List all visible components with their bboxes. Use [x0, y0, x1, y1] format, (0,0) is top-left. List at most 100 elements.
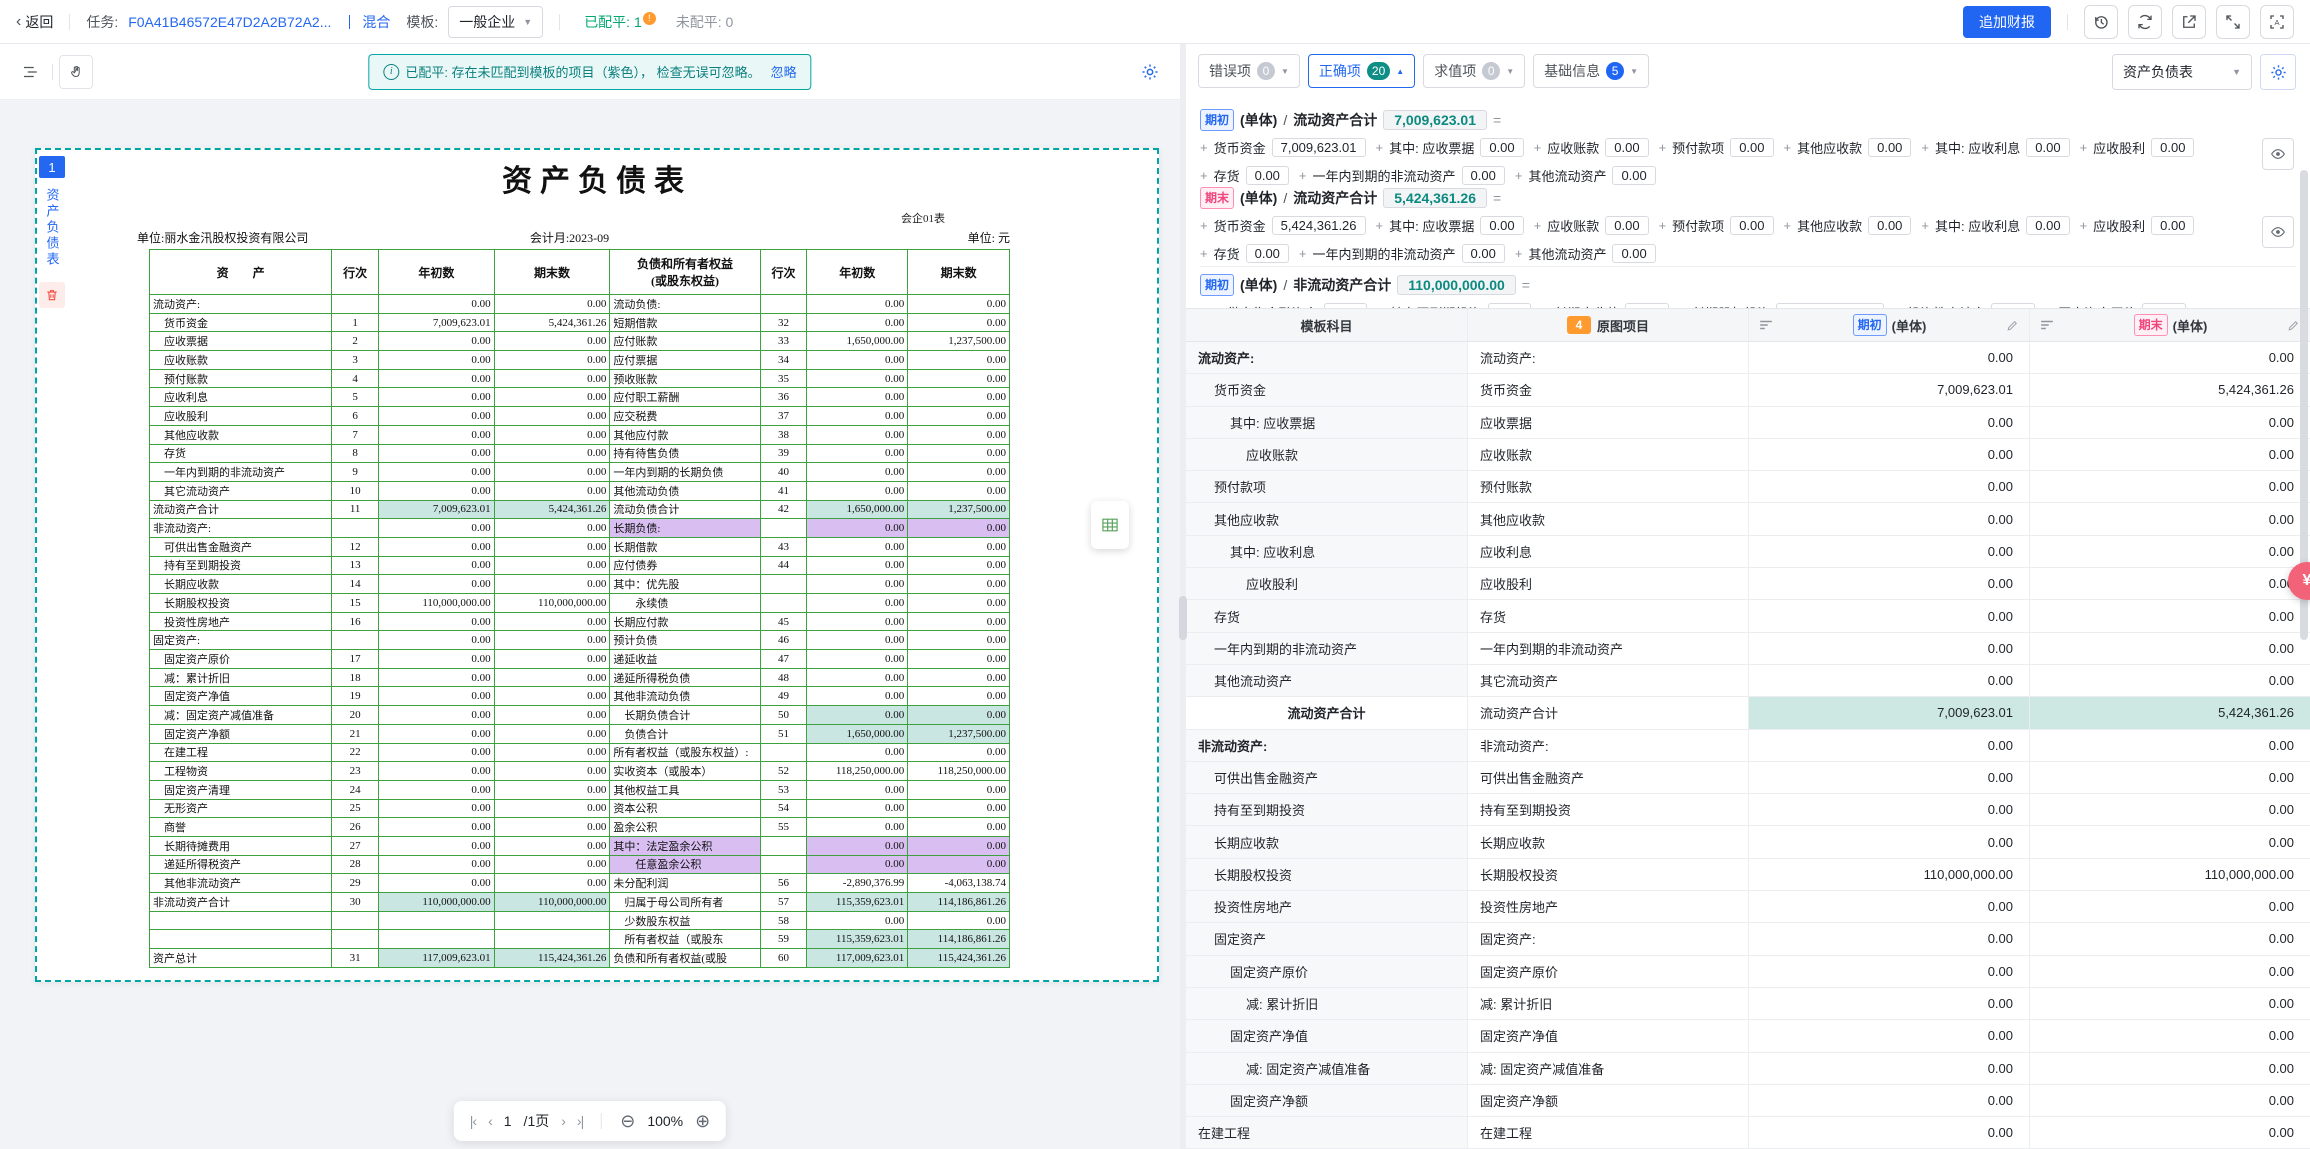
origin-item-cell[interactable]: 持有至到期投资	[1467, 794, 1748, 825]
period-end-value-cell[interactable]: 0.00	[2029, 665, 2310, 696]
period-end-value-cell[interactable]: 0.00	[2029, 1020, 2310, 1051]
period-start-value-cell[interactable]: 0.00	[1748, 988, 2029, 1019]
template-subject-cell[interactable]: 固定资产净值	[1186, 1020, 1467, 1051]
origin-item-cell[interactable]: 货币资金	[1467, 374, 1748, 405]
period-end-value-cell[interactable]: 110,000,000.00	[2029, 859, 2310, 890]
period-start-value-cell[interactable]: 110,000,000.00	[1748, 859, 2029, 890]
template-subject-cell[interactable]: 非流动资产:	[1186, 730, 1467, 761]
term-value-box[interactable]: 5,424,361.26	[1272, 216, 1366, 235]
origin-item-cell[interactable]: 非流动资产:	[1467, 730, 1748, 761]
open-external-icon[interactable]	[2172, 5, 2206, 39]
term-value-box[interactable]: 0.00	[1462, 244, 1505, 263]
origin-item-cell[interactable]: 投资性房地产	[1467, 891, 1748, 922]
period-start-value-cell[interactable]: 0.00	[1748, 439, 2029, 470]
text-recognition-icon[interactable]: A	[2260, 5, 2294, 39]
period-start-value-cell[interactable]: 0.00	[1748, 1117, 2029, 1148]
template-subject-cell[interactable]: 存货	[1186, 600, 1467, 631]
splitter-handle[interactable]	[1179, 596, 1187, 640]
template-subject-cell[interactable]: 应收账款	[1186, 439, 1467, 470]
term-value-box[interactable]: 0.00	[1612, 166, 1655, 185]
task-id-link[interactable]: F0A41B46572E47D2A2B72A2...	[128, 14, 331, 30]
list-icon[interactable]	[1759, 319, 1773, 331]
term-value-box[interactable]: 0.00	[1246, 244, 1289, 263]
origin-item-cell[interactable]: 应收账款	[1467, 439, 1748, 470]
period-end-value-cell[interactable]: 5,424,361.26	[2029, 697, 2310, 728]
prev-page-button[interactable]: ‹	[488, 1113, 492, 1129]
period-end-value-cell[interactable]: 0.00	[2029, 536, 2310, 567]
filter-button-正确项[interactable]: 正确项20▲	[1308, 54, 1415, 88]
term-value-box[interactable]: 0.00	[1730, 216, 1773, 235]
period-start-value-cell[interactable]: 0.00	[1748, 1085, 2029, 1116]
template-subject-cell[interactable]: 货币资金	[1186, 374, 1467, 405]
origin-item-cell[interactable]: 在建工程	[1467, 1117, 1748, 1148]
period-end-value-cell[interactable]: 0.00	[2029, 600, 2310, 631]
template-subject-cell[interactable]: 其中: 应收票据	[1186, 407, 1467, 438]
period-start-value-cell[interactable]: 0.00	[1748, 503, 2029, 534]
period-start-value-cell[interactable]: 7,009,623.01	[1748, 374, 2029, 405]
period-end-value-cell[interactable]: 0.00	[2029, 503, 2310, 534]
template-subject-cell[interactable]: 一年内到期的非流动资产	[1186, 633, 1467, 664]
period-end-value-cell[interactable]: 0.00	[2029, 1085, 2310, 1116]
template-subject-cell[interactable]: 投资性房地产	[1186, 891, 1467, 922]
origin-item-cell[interactable]: 减: 累计折旧	[1467, 988, 1748, 1019]
term-value-box[interactable]: 0.00	[1246, 166, 1289, 185]
origin-item-cell[interactable]: 长期应收款	[1467, 826, 1748, 857]
origin-item-cell[interactable]: 可供出售金融资产	[1467, 762, 1748, 793]
term-value-box[interactable]: 0.00	[1480, 138, 1523, 157]
origin-item-cell[interactable]: 长期股权投资	[1467, 859, 1748, 890]
period-end-value-cell[interactable]: 0.00	[2029, 988, 2310, 1019]
template-select[interactable]: 一般企业 ▼	[448, 6, 543, 38]
term-value-box[interactable]: 0.00	[1480, 216, 1523, 235]
term-value-box[interactable]: 0.00	[1868, 138, 1911, 157]
period-end-value-cell[interactable]: 0.00	[2029, 407, 2310, 438]
period-end-value-cell[interactable]: 5,424,361.26	[2029, 374, 2310, 405]
origin-item-cell[interactable]: 固定资产原价	[1467, 956, 1748, 987]
period-end-value-cell[interactable]: 0.00	[2029, 956, 2310, 987]
expand-icon[interactable]	[2216, 5, 2250, 39]
check-total-value[interactable]: 7,009,623.01	[1383, 110, 1487, 130]
term-value-box[interactable]: 0.00	[2151, 138, 2194, 157]
term-value-box[interactable]: 0.00	[1605, 216, 1648, 235]
zoom-in-icon[interactable]: ⊕	[695, 1112, 710, 1130]
template-subject-cell[interactable]: 其他流动资产	[1186, 665, 1467, 696]
filter-button-基础信息[interactable]: 基础信息5▼	[1533, 54, 1649, 88]
term-value-box[interactable]: 0.00	[2151, 216, 2194, 235]
first-page-button[interactable]: |‹	[470, 1113, 476, 1129]
term-value-box[interactable]: 0.00	[1462, 166, 1505, 185]
list-icon[interactable]	[2040, 319, 2054, 331]
current-page[interactable]: 1	[504, 1113, 512, 1129]
edit-pencil-icon[interactable]	[2006, 319, 2019, 332]
zoom-out-icon[interactable]: ⊖	[620, 1112, 635, 1130]
origin-item-cell[interactable]: 应收股利	[1467, 568, 1748, 599]
mapping-settings-icon[interactable]	[1134, 56, 1166, 88]
sheet-select[interactable]: 资产负债表 ▼	[2112, 54, 2252, 90]
template-subject-cell[interactable]: 固定资产	[1186, 923, 1467, 954]
period-start-value-cell[interactable]: 0.00	[1748, 956, 2029, 987]
period-end-value-cell[interactable]: 0.00	[2029, 1053, 2310, 1084]
check-total-value[interactable]: 5,424,361.26	[1383, 188, 1487, 208]
template-subject-cell[interactable]: 减: 固定资产减值准备	[1186, 1053, 1467, 1084]
origin-item-cell[interactable]: 流动资产合计	[1467, 697, 1748, 728]
ignore-link[interactable]: 忽略	[771, 62, 797, 81]
pan-hand-icon[interactable]	[59, 55, 93, 89]
history-icon[interactable]	[2084, 5, 2118, 39]
term-value-box[interactable]: 0.00	[1868, 216, 1911, 235]
origin-item-cell[interactable]: 应收票据	[1467, 407, 1748, 438]
period-start-value-cell[interactable]: 0.00	[1748, 665, 2029, 696]
template-subject-cell[interactable]: 其中: 应收利息	[1186, 536, 1467, 567]
period-start-value-cell[interactable]: 0.00	[1748, 794, 2029, 825]
eye-icon[interactable]	[2262, 138, 2294, 170]
eye-icon[interactable]	[2262, 216, 2294, 248]
outline-list-icon[interactable]	[14, 56, 46, 88]
period-end-value-cell[interactable]: 0.00	[2029, 471, 2310, 502]
period-start-value-cell[interactable]: 0.00	[1748, 536, 2029, 567]
template-subject-cell[interactable]: 流动资产合计	[1186, 697, 1467, 728]
filter-button-错误项[interactable]: 错误项0▼	[1198, 54, 1300, 88]
origin-item-cell[interactable]: 固定资产:	[1467, 923, 1748, 954]
append-report-button[interactable]: 追加财报	[1963, 6, 2051, 38]
origin-item-cell[interactable]: 预付账款	[1467, 471, 1748, 502]
period-start-value-cell[interactable]: 0.00	[1748, 923, 2029, 954]
period-end-value-cell[interactable]: 0.00	[2029, 730, 2310, 761]
period-end-value-cell[interactable]: 0.00	[2029, 794, 2310, 825]
template-subject-cell[interactable]: 其他应收款	[1186, 503, 1467, 534]
